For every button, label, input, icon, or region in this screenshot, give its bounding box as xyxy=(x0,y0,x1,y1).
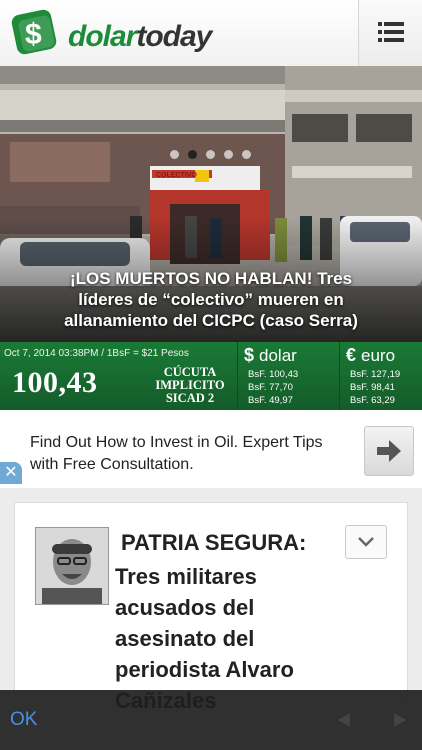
brand-part-dolar: dolar xyxy=(68,20,137,53)
dolar-rates: BsF. 100,43 BsF. 77,70 BsF. 49,97 xyxy=(248,368,298,407)
slide-dot-active[interactable] xyxy=(188,150,197,159)
dolar-heading: $ dolar xyxy=(244,345,297,366)
brand-part-today: today xyxy=(136,20,212,53)
rate-value: BsF. 63,29 xyxy=(350,395,395,406)
slide-dot[interactable] xyxy=(206,150,215,159)
euro-label: euro xyxy=(361,346,396,365)
ad-close-button[interactable]: ✕ xyxy=(0,462,22,484)
euro-sign-icon: € xyxy=(346,345,357,365)
storefront-sign: COLECTIVO xyxy=(156,172,197,179)
menu-list-icon xyxy=(378,22,404,42)
ad-banner[interactable]: Find Out How to Invest in Oil. Expert Ti… xyxy=(0,410,422,488)
ticker-main: Oct 7, 2014 03:38PM / 1BsF = $21 Pesos 1… xyxy=(0,342,237,410)
hero-slider[interactable]: COLECTIVO ¡LOS MUERTOS NO HABLAN! Tres l… xyxy=(0,66,422,342)
bottom-toolbar: OK xyxy=(0,690,422,750)
dolar-column: $ dolar BsF. 100,43 BsF. 77,70 BsF. 49,97 xyxy=(237,342,340,410)
article-card[interactable]: PATRIA SEGURA: Tres militares acusados d… xyxy=(14,502,408,713)
euro-rates: BsF. 127,19 BsF. 98,41 BsF. 63,29 xyxy=(350,368,400,407)
ticker-date: Oct 7, 2014 03:38PM / 1BsF = $21 Pesos xyxy=(4,348,189,359)
article-expand-button[interactable] xyxy=(345,525,387,559)
headline-line: ¡LOS MUERTOS NO HABLAN! Tres xyxy=(69,269,353,288)
ok-button[interactable]: OK xyxy=(10,709,37,731)
app-header: $ dolartoday xyxy=(0,0,422,67)
dolar-label: dolar xyxy=(259,346,297,365)
ad-go-button[interactable] xyxy=(364,426,414,476)
logo-dollar-icon: $ xyxy=(11,9,57,55)
author-photo xyxy=(36,528,108,604)
slide-indicator xyxy=(170,150,251,159)
svg-text:$: $ xyxy=(25,18,42,51)
ticker-rate-types: CÚCUTA IMPLICITO SICAD 2 xyxy=(146,366,234,405)
headline-line: allanamiento del CICPC (caso Serra) xyxy=(64,311,358,330)
article-feed: PATRIA SEGURA: Tres militares acusados d… xyxy=(0,488,422,713)
ad-text[interactable]: Find Out How to Invest in Oil. Expert Ti… xyxy=(30,432,350,476)
rate-value: BsF. 100,43 xyxy=(248,369,299,380)
headline-line: líderes de “colectivo” mueren en xyxy=(78,290,344,309)
euro-heading: € euro xyxy=(346,345,395,366)
slide-dot[interactable] xyxy=(242,150,251,159)
slide-dot[interactable] xyxy=(170,150,179,159)
rate-value: BsF. 98,41 xyxy=(350,382,395,393)
ticker-main-rate: 100,43 xyxy=(12,366,98,399)
dollar-sign-icon: $ xyxy=(244,345,255,365)
chevron-down-icon xyxy=(358,537,374,547)
triangle-left-icon[interactable] xyxy=(336,712,352,728)
euro-column: € euro BsF. 127,19 BsF. 98,41 BsF. 63,29 xyxy=(339,342,422,410)
slide-dot[interactable] xyxy=(224,150,233,159)
article-title-first[interactable]: PATRIA SEGURA: xyxy=(121,530,306,556)
exchange-ticker[interactable]: Oct 7, 2014 03:38PM / 1BsF = $21 Pesos 1… xyxy=(0,342,422,410)
rate-type-label: SICAD 2 xyxy=(165,391,215,405)
menu-button[interactable] xyxy=(358,0,422,66)
rate-value: BsF. 127,19 xyxy=(350,369,401,380)
rate-value: BsF. 49,97 xyxy=(248,395,293,406)
triangle-right-icon[interactable] xyxy=(392,712,408,728)
hero-headline[interactable]: ¡LOS MUERTOS NO HABLAN! Tres líderes de … xyxy=(0,268,422,331)
arrow-right-icon xyxy=(377,440,401,462)
rate-value: BsF. 77,70 xyxy=(248,382,293,393)
article-thumbnail[interactable] xyxy=(35,527,109,605)
dolartoday-logo[interactable]: $ dolartoday xyxy=(10,8,230,58)
brand-name: dolartoday xyxy=(68,20,212,54)
